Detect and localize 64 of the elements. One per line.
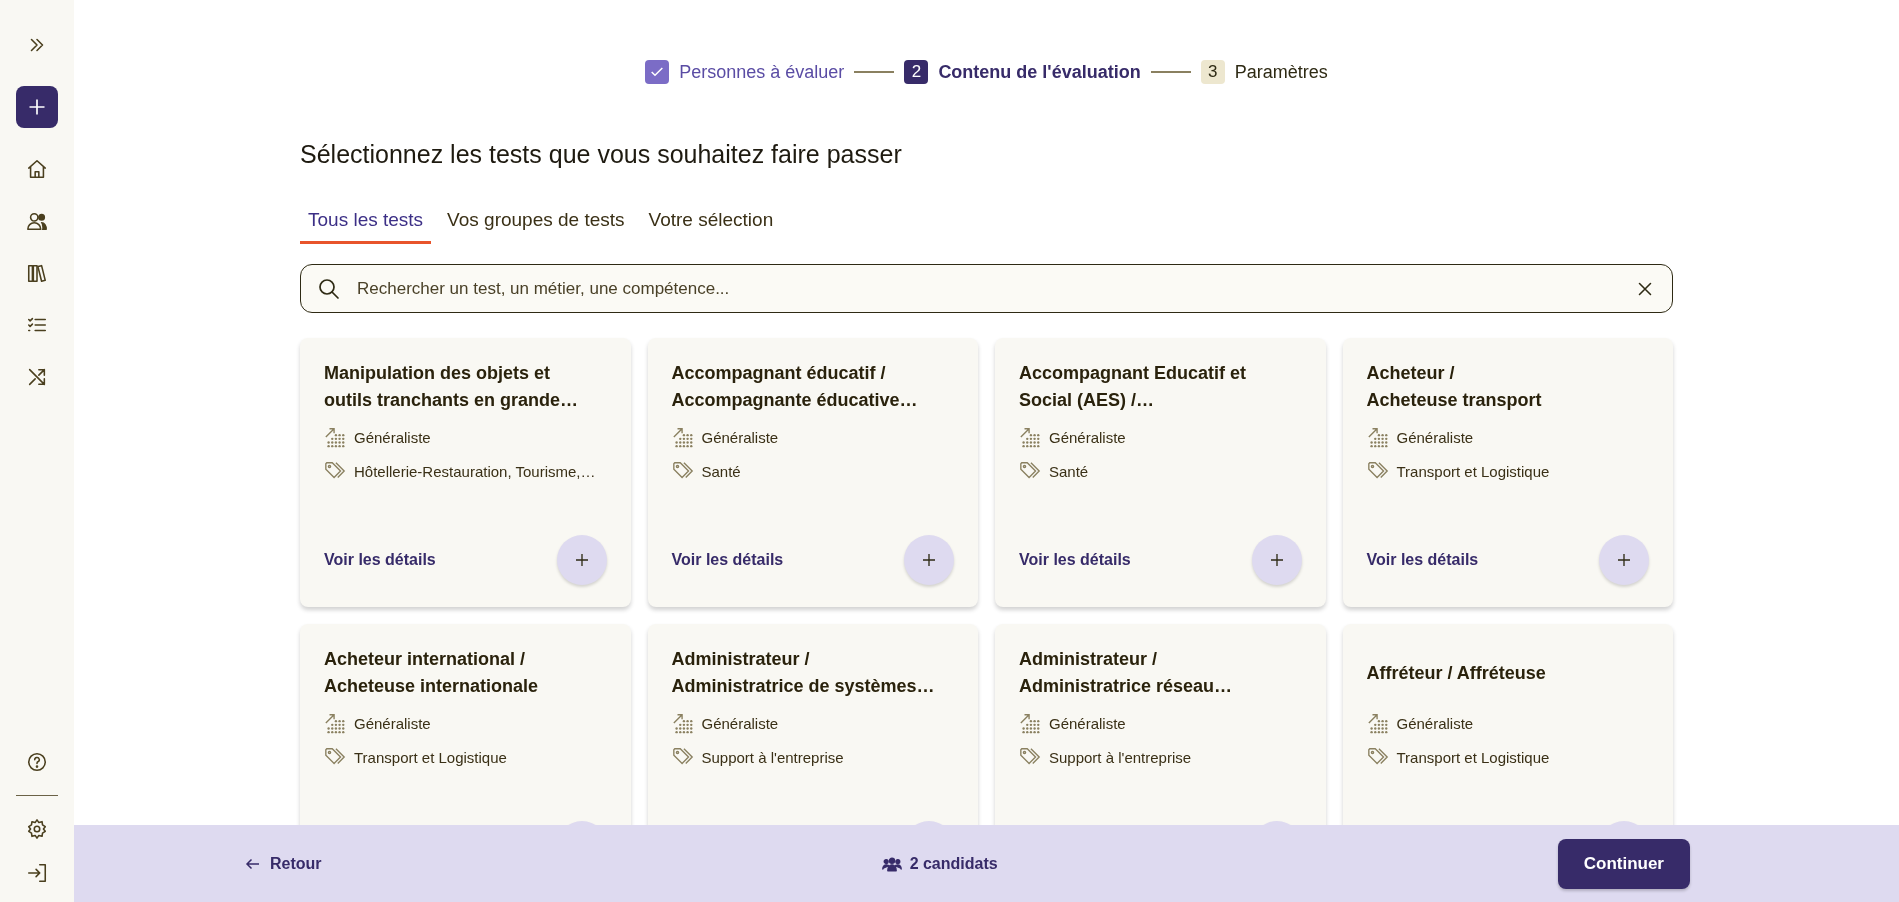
level-label: Généraliste (1049, 714, 1126, 732)
chart-arrow-icon (1366, 712, 1389, 734)
level-label: Généraliste (354, 428, 431, 446)
details-link[interactable]: Voir les détails (1019, 551, 1131, 569)
chart-arrow-icon (671, 712, 694, 734)
chart-arrow-icon (671, 426, 694, 448)
plus-icon (1268, 552, 1285, 568)
level-label: Généraliste (1049, 428, 1126, 446)
candidates-count: 2 candidats (909, 854, 998, 873)
search-bar[interactable]: Rechercher un test, un métier, une compétence... (300, 264, 1673, 313)
chart-arrow-icon (1019, 712, 1041, 734)
tab[interactable]: Votre sélection (640, 201, 782, 244)
level-label: Généraliste (354, 714, 431, 732)
level-label: Généraliste (1396, 428, 1474, 446)
details-link[interactable]: Voir les détails (1366, 551, 1479, 569)
books-icon[interactable] (26, 262, 48, 284)
card-title: Acheteur / Acheteuse transport (1366, 362, 1542, 412)
plus-icon (27, 97, 47, 117)
chart-arrow-icon (1019, 426, 1041, 448)
sector-label: Support à l'entreprise (701, 748, 844, 766)
card-title: Manipulation des objets et outils tranchants en grande… (324, 362, 579, 412)
home-icon[interactable] (26, 158, 48, 180)
level-label: Généraliste (1396, 714, 1474, 732)
card-title: Accompagnant Educatif et Social (AES) /… (1019, 362, 1247, 412)
step-number: 2 (904, 60, 929, 84)
page-title: Sélectionnez les tests que vous souhaitez faire passer (300, 140, 903, 169)
details-link[interactable]: Voir les détails (324, 551, 436, 569)
plus-icon (1616, 552, 1632, 568)
sector-label: Hôtellerie-Restauration, Tourisme,… (354, 462, 596, 480)
sector-label: Transport et Logistique (1396, 462, 1550, 480)
step-label: Contenu de l'évaluation (938, 61, 1141, 83)
level-label: Généraliste (701, 714, 779, 732)
sector-label: Transport et Logistique (1396, 748, 1550, 766)
tab[interactable]: Tous les tests (300, 201, 432, 244)
card-title: Administrateur / Administratrice de systèmes… (671, 648, 935, 698)
card-title: Accompagnant éducatif / Accompagnante éducative… (671, 362, 918, 412)
card-title: Acheteur international / Acheteuse internationale (324, 648, 539, 698)
level-label: Généraliste (701, 428, 779, 446)
add-button[interactable] (16, 86, 58, 128)
sector-label: Support à l'entreprise (1049, 748, 1192, 766)
chart-arrow-icon (324, 426, 346, 448)
users-icon[interactable] (26, 210, 48, 232)
help-icon[interactable] (26, 751, 48, 773)
back-button[interactable]: Retour (244, 854, 322, 873)
shuffle-icon[interactable] (26, 366, 48, 388)
tab[interactable]: Vos groupes de tests (439, 201, 633, 244)
chart-arrow-icon (1366, 426, 1389, 448)
card-title: Administrateur / Administratrice réseau… (1019, 648, 1233, 698)
step-label: Personnes à évaluer (679, 61, 845, 83)
sector-label: Santé (1049, 462, 1089, 480)
step-label: Paramètres (1234, 61, 1328, 83)
sector-label: Transport et Logistique (354, 748, 507, 766)
settings-icon[interactable] (26, 818, 48, 840)
chart-arrow-icon (324, 712, 346, 734)
plus-icon (573, 552, 590, 568)
search-icon (317, 276, 341, 301)
plus-icon (921, 552, 937, 568)
sector-label: Santé (701, 462, 741, 480)
search-field[interactable]: Rechercher un test, un métier, une compétence... (355, 277, 1620, 300)
card-title: Affréteur / Affréteuse (1366, 661, 1546, 685)
step-number: 3 (1200, 60, 1225, 84)
details-link[interactable]: Voir les détails (671, 551, 784, 569)
continue-button[interactable]: Continuer (1557, 838, 1690, 889)
logout-icon[interactable] (26, 862, 48, 884)
